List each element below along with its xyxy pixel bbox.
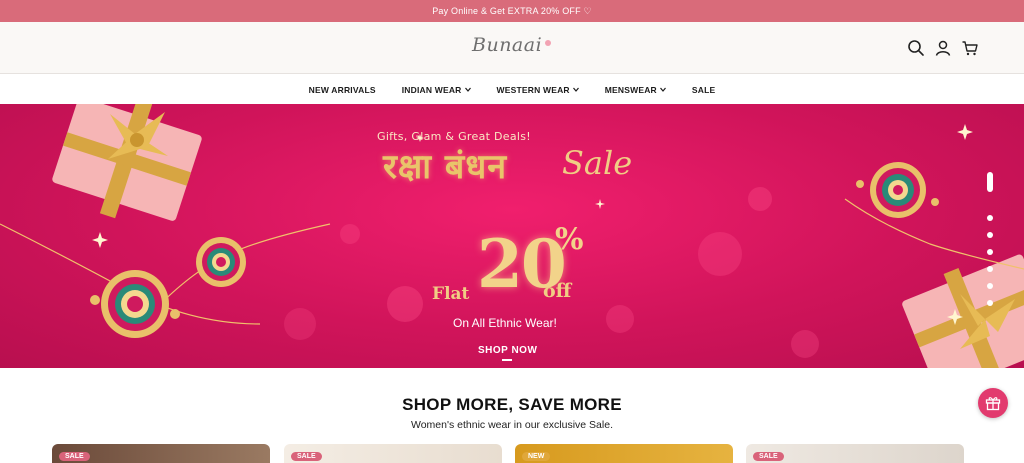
shop-now-button[interactable]: SHOP NOW [478, 345, 537, 356]
site-header: Bunaai [0, 22, 1024, 74]
nav-item-label: MENSWEAR [604, 84, 657, 95]
nav-item-indian-wear[interactable]: INDIAN WEAR [402, 85, 471, 95]
main-nav: NEW ARRIVALS INDIAN WEAR WESTERN WEAR ME… [0, 75, 1024, 104]
slider-dot[interactable] [987, 266, 993, 272]
nav-item-new-arrivals[interactable]: NEW ARRIVALS [309, 85, 376, 95]
announcement-text: Pay Online & Get EXTRA 20% OFF ♡ [432, 5, 592, 16]
chevron-down-icon [464, 87, 471, 92]
sale-badge: SALE [59, 452, 90, 461]
rakhi-illustration [856, 162, 939, 218]
section-title: SHOP MORE, SAVE MORE [402, 395, 622, 414]
nav-item-sale[interactable]: SALE [692, 85, 715, 95]
nav-item-label: WESTERN WEAR [496, 84, 570, 95]
hero-title-hindi: रक्षा बंधन [383, 147, 508, 187]
slider-dot[interactable] [987, 300, 993, 306]
slider-dot[interactable] [987, 283, 993, 289]
hero-percent-sign: % [555, 222, 584, 257]
chevron-down-icon [659, 87, 666, 92]
nav-item-menswear[interactable]: MENSWEAR [605, 85, 666, 95]
nav-item-label: INDIAN WEAR [401, 84, 462, 95]
chevron-down-icon [572, 87, 579, 92]
gift-box-illustration [902, 254, 1024, 368]
rakhi-illustration [196, 237, 246, 287]
product-card[interactable]: SALE [746, 444, 964, 463]
nav-item-western-wear[interactable]: WESTERN WEAR [497, 85, 579, 95]
slider-dot[interactable] [987, 232, 993, 238]
rakhi-illustration [90, 270, 180, 338]
slider-dot[interactable] [987, 215, 993, 221]
nav-item-label: SALE [691, 84, 716, 95]
announcement-bar: Pay Online & Get EXTRA 20% OFF ♡ [0, 0, 1024, 22]
hero-title-sale: Sale [562, 144, 633, 182]
nav-item-label: NEW ARRIVALS [308, 84, 376, 95]
product-card[interactable]: NEW [515, 444, 733, 463]
hero-banner[interactable]: Gifts, Glam & Great Deals! रक्षा बंधन Sa… [0, 104, 1024, 368]
sale-badge: SALE [291, 452, 322, 461]
new-badge: NEW [522, 452, 551, 461]
slider-dot-active[interactable] [987, 172, 993, 192]
account-icon[interactable] [934, 39, 952, 57]
product-card[interactable]: SALE [284, 444, 502, 463]
product-card[interactable]: SALE [52, 444, 270, 463]
sale-badge: SALE [753, 452, 784, 461]
hero-off-label: off [543, 280, 572, 302]
shop-now-underline [502, 359, 512, 361]
slider-dot[interactable] [987, 249, 993, 255]
hero-flat-label: Flat [432, 284, 470, 304]
logo-dot [545, 40, 551, 46]
search-icon[interactable] [907, 39, 925, 57]
hero-subtitle: On All Ethnic Wear! [453, 316, 557, 330]
section-subtitle: Women's ethnic wear in our exclusive Sal… [411, 419, 613, 431]
gift-box-illustration [52, 104, 202, 221]
logo[interactable]: Bunaai [472, 34, 542, 56]
cart-icon[interactable] [961, 39, 979, 57]
